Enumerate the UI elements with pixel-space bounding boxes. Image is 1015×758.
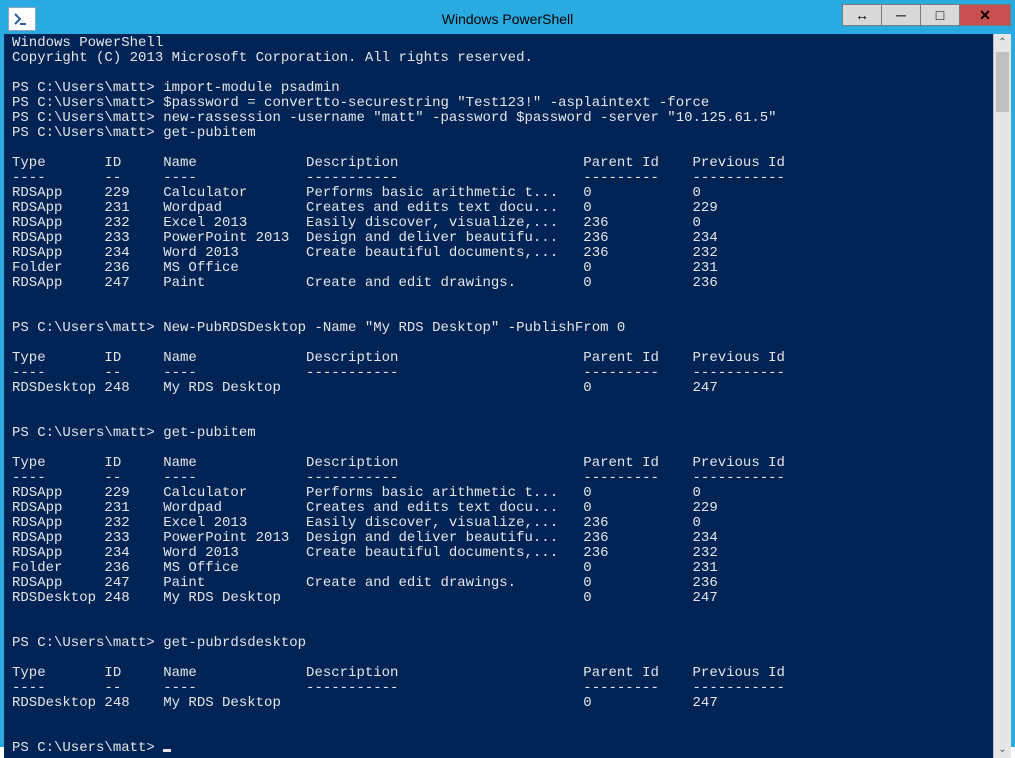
window-controls: ↔ ─ □ ✕	[842, 4, 1011, 34]
maximize-button[interactable]: □	[920, 4, 960, 26]
titlebar[interactable]: Windows PowerShell ↔ ─ □ ✕	[4, 4, 1011, 34]
scroll-down-button[interactable]: ⌄	[994, 741, 1011, 758]
minimize-button[interactable]: ─	[881, 4, 921, 26]
chevron-up-icon: ⌃	[998, 37, 1006, 48]
resize-button[interactable]: ↔	[842, 4, 882, 26]
chevron-down-icon: ⌄	[998, 744, 1006, 755]
resize-icon: ↔	[855, 7, 869, 23]
close-icon: ✕	[979, 7, 991, 24]
powershell-window: Windows PowerShell ↔ ─ □ ✕ Windows Power…	[0, 0, 1015, 747]
minimize-icon: ─	[896, 7, 906, 23]
vertical-scrollbar[interactable]: ⌃ ⌄	[993, 34, 1011, 758]
scroll-up-button[interactable]: ⌃	[994, 34, 1011, 51]
maximize-icon: □	[936, 7, 944, 23]
cursor	[163, 749, 171, 752]
close-button[interactable]: ✕	[959, 4, 1011, 26]
console-output[interactable]: Windows PowerShell Copyright (C) 2013 Mi…	[4, 34, 993, 758]
client-area: Windows PowerShell Copyright (C) 2013 Mi…	[4, 34, 1011, 758]
powershell-icon[interactable]	[8, 7, 36, 31]
scroll-thumb[interactable]	[996, 52, 1009, 112]
